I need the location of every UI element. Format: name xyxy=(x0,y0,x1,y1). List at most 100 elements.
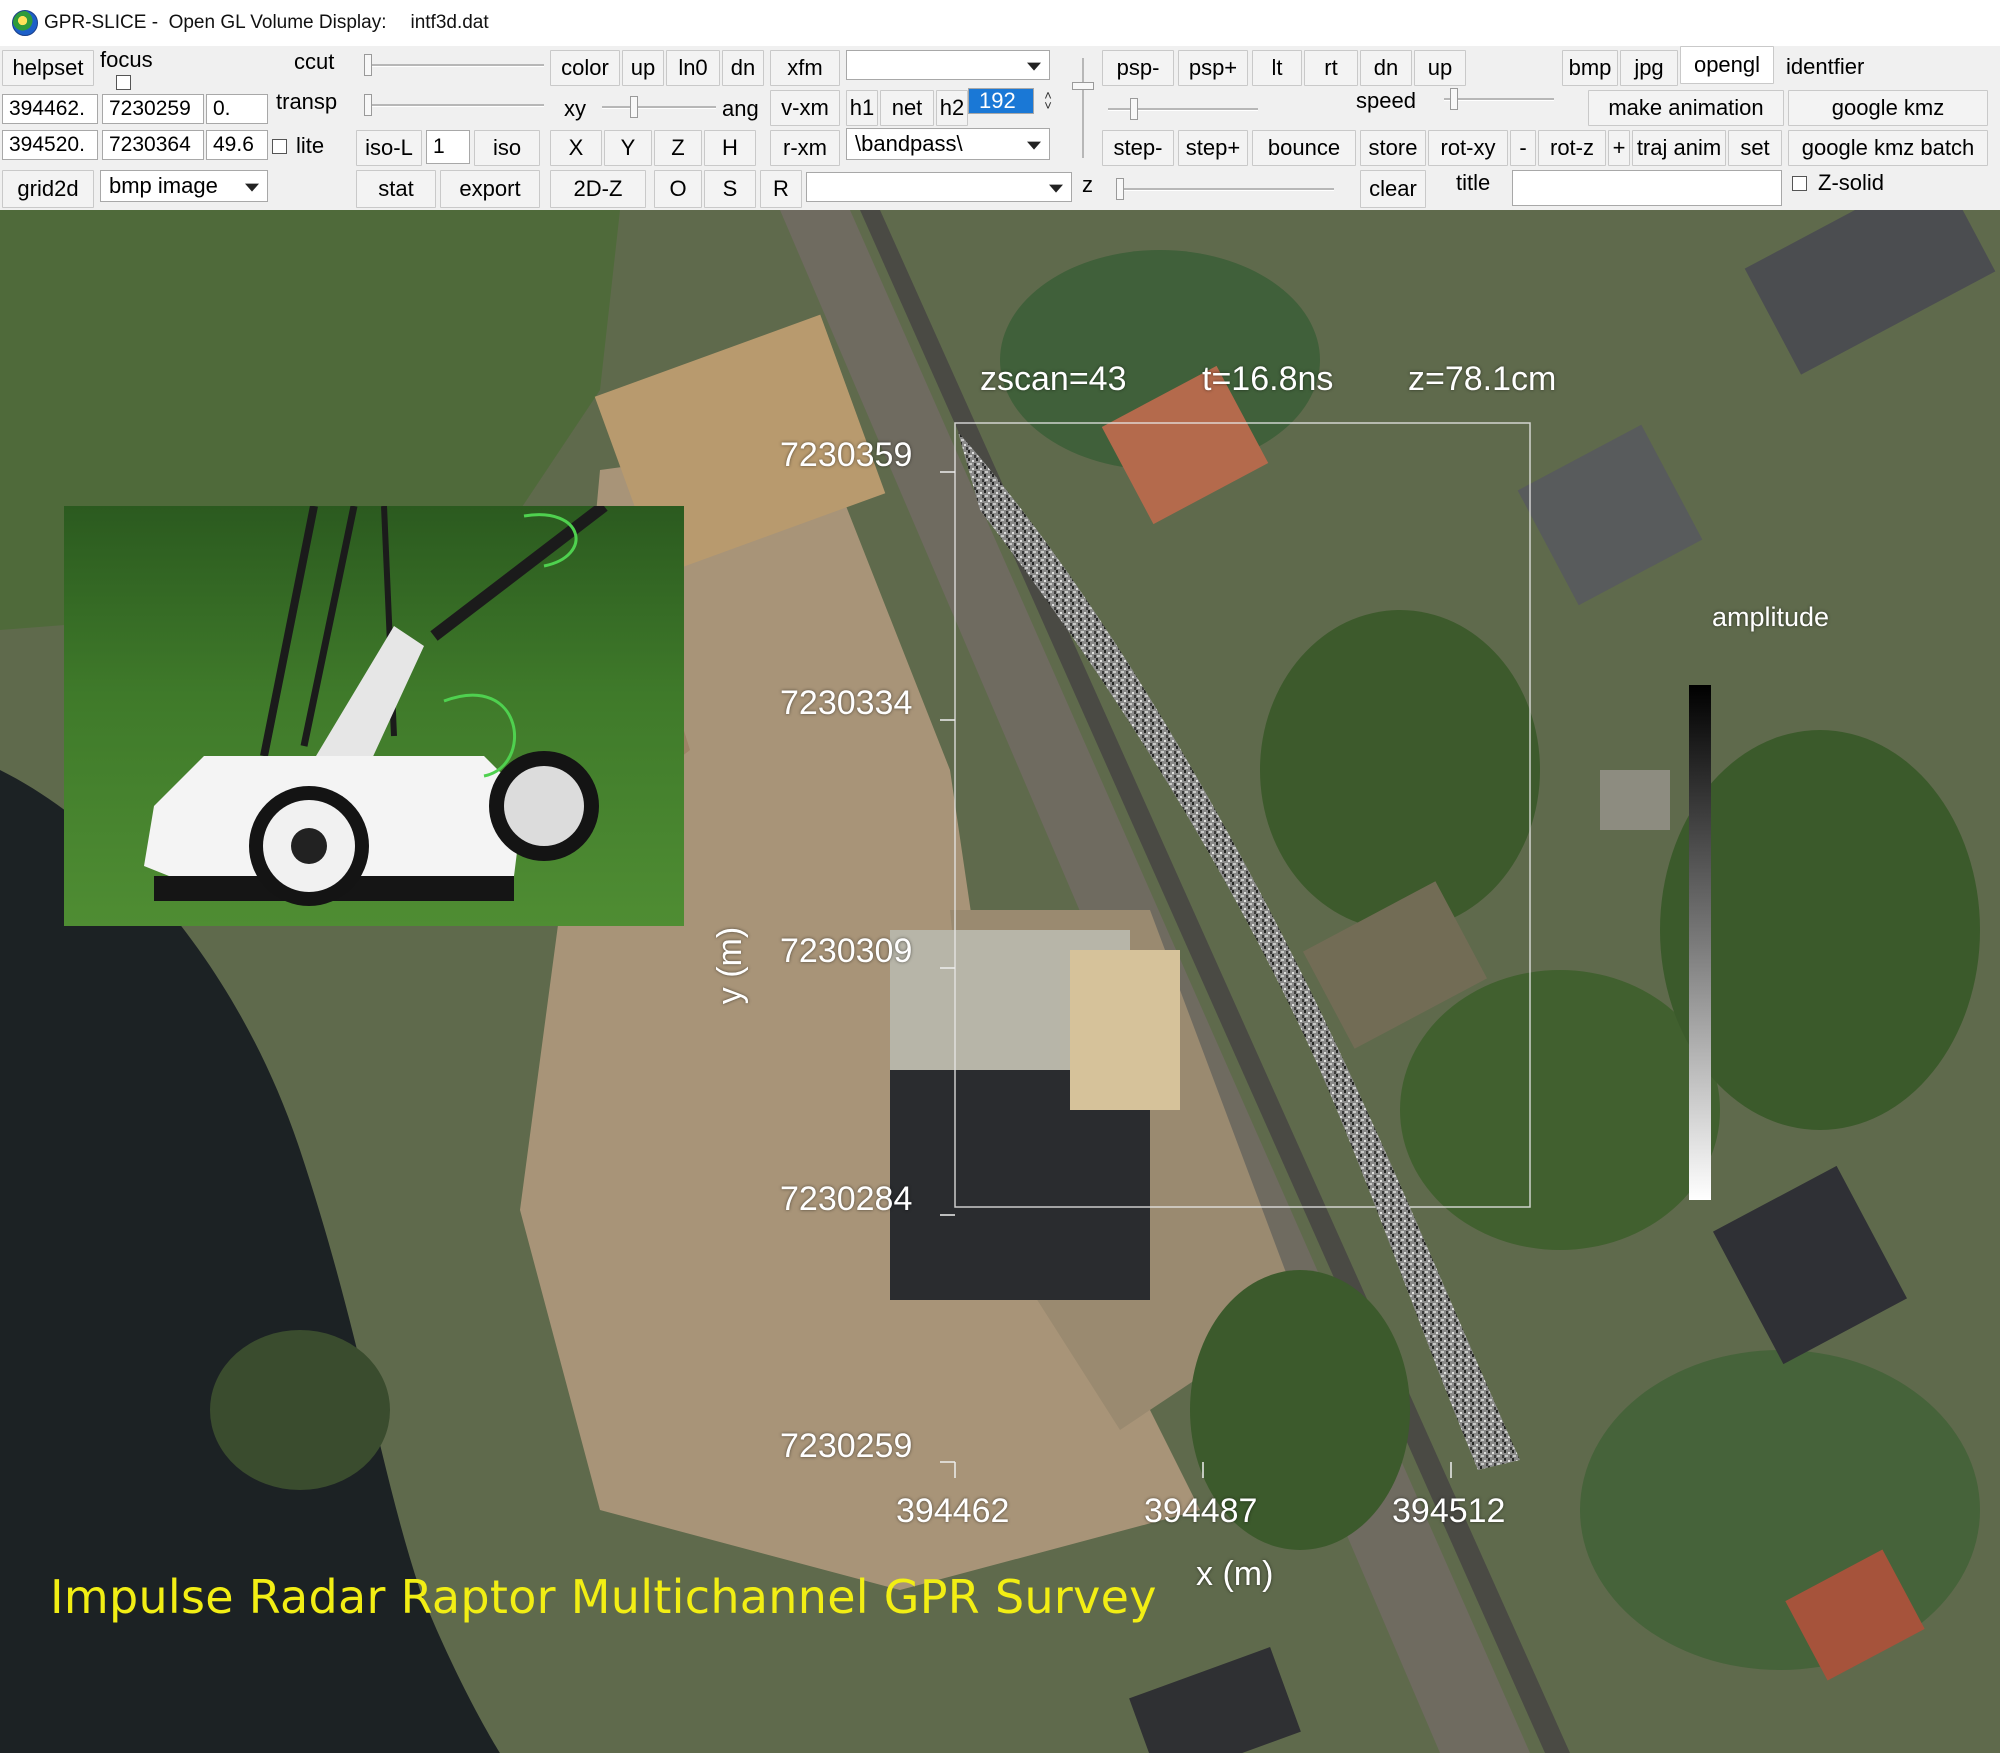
minus-button[interactable]: - xyxy=(1510,130,1536,166)
clear-button[interactable]: clear xyxy=(1360,170,1426,208)
y-tick-label: 7230259 xyxy=(780,1427,913,1465)
set-button[interactable]: set xyxy=(1728,130,1782,166)
xy-slider-track[interactable] xyxy=(602,106,716,109)
s-button[interactable]: S xyxy=(704,170,756,208)
zscan-label: zscan=43 xyxy=(980,360,1127,398)
rot-z-button[interactable]: rot-z xyxy=(1538,130,1606,166)
google-kmz-button[interactable]: google kmz xyxy=(1788,90,1988,126)
bmp-button[interactable]: bmp xyxy=(1562,50,1618,86)
satellite-map-view[interactable]: zscan=43 t=16.8ns z=78.1cm 7230359 72303… xyxy=(0,210,2000,1753)
ccut-slider-track[interactable] xyxy=(364,64,544,67)
iso-l-button[interactable]: iso-L xyxy=(356,130,422,166)
file-name: intf3d.dat xyxy=(410,12,489,33)
z-view-button[interactable]: Z xyxy=(654,130,702,166)
coord-y1-field[interactable]: 7230259 xyxy=(102,94,204,124)
traj-anim-button[interactable]: traj anim xyxy=(1632,130,1726,166)
r-select[interactable] xyxy=(806,172,1072,202)
rt-button[interactable]: rt xyxy=(1304,50,1358,86)
stat-button[interactable]: stat xyxy=(356,170,436,208)
identfier-label: identfier xyxy=(1786,54,1865,79)
z-solid-checkbox[interactable] xyxy=(1792,176,1807,191)
iso-value-field[interactable]: 1 xyxy=(426,130,470,164)
chevron-down-icon xyxy=(1027,141,1041,150)
focus-checkbox[interactable] xyxy=(116,75,131,90)
rot-xy-button[interactable]: rot-xy xyxy=(1428,130,1508,166)
vertical-slider-track[interactable] xyxy=(1082,58,1084,158)
net-button[interactable]: net xyxy=(880,90,934,126)
chevron-down-icon xyxy=(245,183,259,192)
ln0-button[interactable]: ln0 xyxy=(666,50,720,86)
up-nav-button[interactable]: up xyxy=(1414,50,1466,86)
speed-slider-thumb[interactable] xyxy=(1450,88,1458,110)
filter-select[interactable]: \bandpass\ xyxy=(846,128,1050,160)
x-tick-label: 394462 xyxy=(896,1492,1010,1530)
o-button[interactable]: O xyxy=(654,170,702,208)
coord-x1-field[interactable]: 394462. xyxy=(2,94,98,124)
amplitude-colorbar xyxy=(1689,685,1711,1200)
xfm-select[interactable] xyxy=(846,50,1050,80)
r-xm-button[interactable]: r-xm xyxy=(770,130,840,166)
bounce-button[interactable]: bounce xyxy=(1252,130,1356,166)
gpr-cart-icon xyxy=(144,506,608,906)
lite-checkbox[interactable] xyxy=(272,139,287,154)
app-title: GPR-SLICE - Open GL Volume Display: xyxy=(44,12,387,33)
color-button[interactable]: color xyxy=(550,50,620,86)
h2-button[interactable]: h2 xyxy=(936,90,968,126)
2d-z-button[interactable]: 2D-Z xyxy=(550,170,646,208)
coord-x2-field[interactable]: 394520. xyxy=(2,130,98,160)
z-solid-label: Z-solid xyxy=(1818,170,1885,195)
psp-slider-thumb[interactable] xyxy=(1130,98,1138,120)
lt-button[interactable]: lt xyxy=(1252,50,1302,86)
z-slider-thumb[interactable] xyxy=(1116,178,1124,200)
grid2d-button[interactable]: grid2d xyxy=(2,170,94,208)
psp-minus-button[interactable]: psp- xyxy=(1102,50,1174,86)
h2-value-spinner[interactable]: 192 xyxy=(968,88,1034,114)
y-tick-label: 7230359 xyxy=(780,436,913,474)
v-xm-button[interactable]: v-xm xyxy=(770,90,840,126)
google-kmz-batch-button[interactable]: google kmz batch xyxy=(1788,130,1988,166)
colorbar-label: amplitude xyxy=(1712,602,1830,632)
vertical-slider-thumb[interactable] xyxy=(1072,82,1094,90)
dn-button[interactable]: dn xyxy=(722,50,764,86)
chevron-down-icon xyxy=(1049,184,1063,193)
transp-label: transp xyxy=(276,89,338,114)
x-view-button[interactable]: X xyxy=(550,130,602,166)
plus-button[interactable]: + xyxy=(1608,130,1630,166)
transp-slider-track[interactable] xyxy=(364,104,544,107)
psp-plus-button[interactable]: psp+ xyxy=(1178,50,1248,86)
coord-z2-field[interactable]: 49.6 xyxy=(206,130,268,160)
r-button[interactable]: R xyxy=(760,170,802,208)
h1-button[interactable]: h1 xyxy=(846,90,878,126)
opengl-button[interactable]: opengl xyxy=(1680,46,1774,84)
time-label: t=16.8ns xyxy=(1202,360,1334,398)
coord-y2-field[interactable]: 7230364 xyxy=(102,130,204,160)
y-tick-label: 7230309 xyxy=(780,932,913,970)
transp-slider-thumb[interactable] xyxy=(364,94,372,116)
helpset-button[interactable]: helpset xyxy=(2,50,94,86)
up-button[interactable]: up xyxy=(622,50,664,86)
survey-title: Impulse Radar Raptor Multichannel GPR Su… xyxy=(50,1570,1157,1624)
spinner-arrows-icon[interactable]: ˄ ˅ xyxy=(1040,88,1056,114)
jpg-button[interactable]: jpg xyxy=(1620,50,1678,86)
h-button[interactable]: H xyxy=(704,130,756,166)
y-view-button[interactable]: Y xyxy=(604,130,652,166)
image-type-select[interactable]: bmp image xyxy=(100,170,268,202)
speed-slider-track[interactable] xyxy=(1444,98,1554,101)
step-minus-button[interactable]: step- xyxy=(1102,130,1174,166)
iso-button[interactable]: iso xyxy=(474,130,540,166)
xfm-button[interactable]: xfm xyxy=(770,50,840,86)
filter-value: \bandpass\ xyxy=(855,131,963,156)
gpr-cart-photo xyxy=(64,506,684,926)
step-plus-button[interactable]: step+ xyxy=(1178,130,1248,166)
title-field[interactable] xyxy=(1512,170,1782,206)
xy-slider-thumb[interactable] xyxy=(630,96,638,118)
z-slider-track[interactable] xyxy=(1116,188,1334,191)
speed-label: speed xyxy=(1356,88,1416,113)
export-button[interactable]: export xyxy=(440,170,540,208)
store-button[interactable]: store xyxy=(1360,130,1426,166)
coord-z1-field[interactable]: 0. xyxy=(206,94,268,124)
dn-nav-button[interactable]: dn xyxy=(1360,50,1412,86)
toolbar: helpset focus ccut 394462. 7230259 0. tr… xyxy=(0,46,2000,211)
make-animation-button[interactable]: make animation xyxy=(1588,90,1784,126)
ccut-slider-thumb[interactable] xyxy=(364,54,372,76)
